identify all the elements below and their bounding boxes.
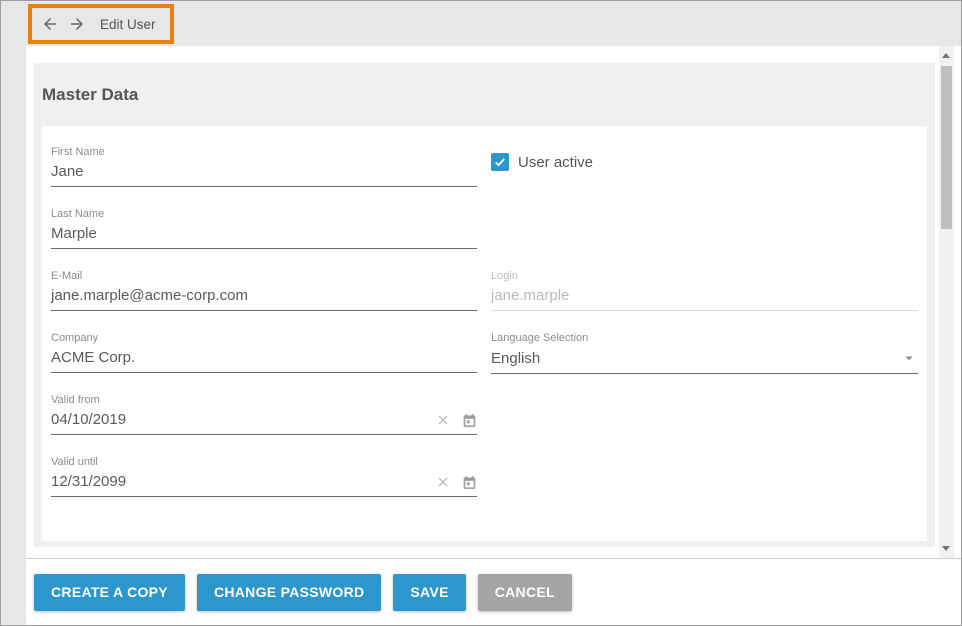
company-label: Company [51, 332, 99, 344]
valid-from-value: 04/10/2019 [51, 411, 127, 428]
clear-icon[interactable] [435, 412, 451, 428]
check-icon [495, 158, 505, 167]
main-content: Master Data First Name Jane Last Name Ma… [26, 46, 961, 625]
user-active-label: User active [518, 153, 594, 171]
calendar-icon[interactable] [462, 413, 477, 428]
valid-until-field: Valid until 12/31/2099 [51, 456, 477, 518]
user-active-checkbox[interactable] [491, 153, 509, 171]
email-value: jane.marple@acme-corp.com [51, 287, 248, 304]
create-copy-button[interactable]: CREATE A COPY [34, 573, 185, 611]
company-value: ACME Corp. [51, 349, 136, 366]
clear-icon[interactable] [435, 474, 451, 490]
email-input[interactable]: jane.marple@acme-corp.com [51, 287, 477, 311]
back-arrow-icon[interactable] [41, 15, 59, 33]
page-title: Edit User [100, 16, 156, 32]
change-password-button[interactable]: CHANGE PASSWORD [196, 573, 382, 611]
calendar-icon[interactable] [462, 475, 477, 490]
valid-from-input[interactable]: 04/10/2019 [51, 411, 477, 435]
first-name-input[interactable]: Jane [51, 163, 477, 187]
scrollbar-thumb[interactable] [941, 66, 952, 229]
language-field: Language Selection English [491, 332, 918, 394]
nav-highlight-box: Edit User [28, 4, 174, 44]
login-label: Login [491, 270, 518, 282]
form-grid: First Name Jane Last Name Marple E-Mail [42, 126, 927, 518]
last-name-input[interactable]: Marple [51, 225, 477, 249]
valid-until-label: Valid until [51, 456, 98, 468]
top-navigation-bar: Edit User [1, 1, 961, 46]
valid-from-field: Valid from 04/10/2019 [51, 394, 477, 456]
section-title: Master Data [42, 85, 139, 104]
app-window: Edit User Master Data First Name Jane La… [0, 0, 962, 626]
user-active-checkbox-row[interactable]: User active [491, 153, 918, 171]
forward-arrow-icon[interactable] [68, 15, 86, 33]
vertical-scrollbar[interactable] [939, 46, 954, 558]
login-field: Login jane.marple [491, 270, 918, 332]
scrollbar-down-arrow-icon[interactable] [942, 546, 950, 551]
login-value: jane.marple [491, 287, 570, 304]
first-name-field: First Name Jane [51, 146, 477, 208]
form-card: First Name Jane Last Name Marple E-Mail [42, 126, 927, 541]
last-name-label: Last Name [51, 208, 105, 220]
cancel-button[interactable]: CANCEL [477, 573, 572, 611]
company-field: Company ACME Corp. [51, 332, 477, 394]
save-button[interactable]: SAVE [393, 573, 466, 611]
first-name-value: Jane [51, 163, 84, 180]
first-name-label: First Name [51, 146, 105, 158]
language-label: Language Selection [491, 332, 589, 344]
email-label: E-Mail [51, 270, 83, 282]
last-name-value: Marple [51, 225, 97, 242]
company-input[interactable]: ACME Corp. [51, 349, 477, 373]
master-data-panel: Master Data First Name Jane Last Name Ma… [34, 63, 935, 547]
language-select[interactable]: English [491, 349, 918, 374]
valid-until-value: 12/31/2099 [51, 473, 127, 490]
email-field: E-Mail jane.marple@acme-corp.com [51, 270, 477, 332]
valid-from-label: Valid from [51, 394, 100, 406]
valid-until-input[interactable]: 12/31/2099 [51, 473, 477, 497]
login-input-disabled: jane.marple [491, 287, 918, 311]
action-bar: CREATE A COPY CHANGE PASSWORD SAVE CANCE… [26, 558, 961, 625]
last-name-field: Last Name Marple [51, 208, 477, 270]
caret-down-icon[interactable] [900, 349, 918, 367]
scrollbar-up-arrow-icon[interactable] [942, 53, 950, 58]
language-value: English [491, 350, 541, 367]
